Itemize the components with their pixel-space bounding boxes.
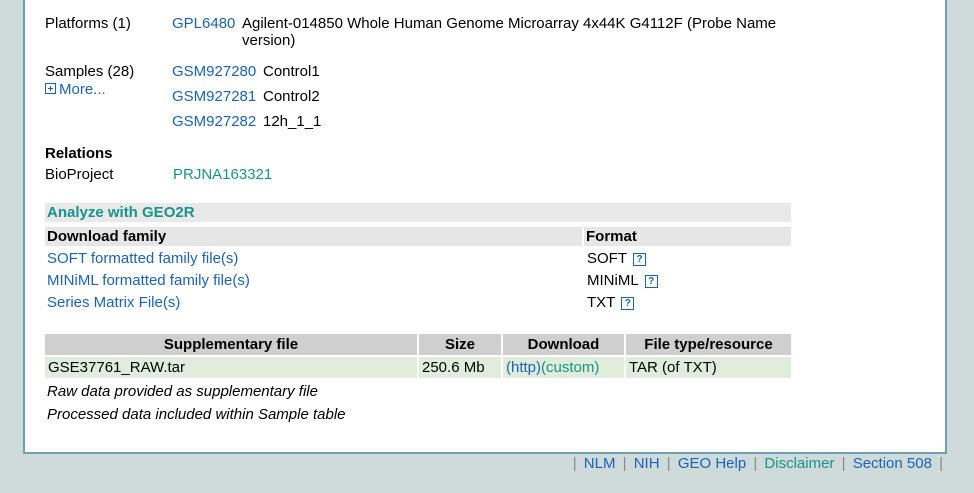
help-icon[interactable]: ?	[633, 253, 646, 266]
expand-plus-icon	[45, 83, 56, 94]
supplementary-download-cell: (http)(custom)	[503, 357, 624, 378]
download-http-link[interactable]: (http)	[506, 359, 541, 376]
footer-nlm-link[interactable]: NLM	[584, 455, 616, 472]
format-txt: TXT?	[587, 294, 635, 311]
platforms-label: Platforms (1)	[45, 15, 131, 32]
format-soft: SOFT?	[587, 250, 646, 267]
size-header: Size	[419, 334, 501, 355]
footer-links: | NLM | NIH | GEO Help | Disclaimer | Se…	[572, 455, 943, 472]
format-miniml-text: MINiML	[587, 272, 639, 289]
format-soft-text: SOFT	[587, 250, 627, 267]
platform-link-gpl6480[interactable]: GPL6480	[172, 15, 235, 32]
samples-label: Samples (28)	[45, 63, 135, 80]
supplementary-file-name: GSE37761_RAW.tar	[45, 357, 417, 378]
help-icon[interactable]: ?	[644, 275, 658, 288]
file-type-header: File type/resource	[626, 334, 791, 355]
processed-data-note: Processed data included within Sample ta…	[47, 406, 346, 423]
format-header: Format	[584, 227, 791, 246]
sample-link-3[interactable]: GSM927282	[172, 113, 256, 130]
footer-geo-help-link[interactable]: GEO Help	[678, 455, 746, 472]
footer-disclaimer-link[interactable]: Disclaimer	[764, 455, 834, 472]
footer-nih-link[interactable]: NIH	[634, 455, 660, 472]
relations-heading: Relations	[45, 145, 113, 162]
platform-description: Agilent-014850 Whole Human Genome Microa…	[242, 15, 777, 32]
sample-name-3: 12h_1_1	[263, 113, 322, 130]
sample-name-2: Control2	[263, 88, 320, 105]
supplementary-file-header: Supplementary file	[45, 334, 417, 355]
soft-family-link[interactable]: SOFT formatted family file(s)	[47, 250, 238, 267]
bioproject-label: BioProject	[45, 166, 114, 183]
supplementary-file-size: 250.6 Mb	[419, 357, 501, 378]
sample-link-2[interactable]: GSM927281	[172, 88, 256, 105]
download-header: Download	[503, 334, 624, 355]
sample-link-1[interactable]: GSM927280	[172, 63, 256, 80]
download-family-header: Download family	[45, 227, 582, 246]
series-matrix-link[interactable]: Series Matrix File(s)	[47, 294, 180, 311]
analyze-geo2r-link[interactable]: Analyze with GEO2R	[45, 203, 791, 222]
bioproject-link[interactable]: PRJNA163321	[173, 166, 272, 183]
help-icon[interactable]: ?	[621, 297, 635, 310]
format-txt-text: TXT	[587, 294, 616, 311]
download-custom-link[interactable]: (custom)	[541, 359, 599, 376]
sample-name-1: Control1	[263, 63, 320, 80]
supplementary-file-type: TAR (of TXT)	[626, 357, 791, 378]
format-miniml: MINiML?	[587, 272, 658, 289]
samples-more-text: More...	[59, 81, 106, 98]
platform-description-cont: version)	[242, 32, 296, 49]
raw-data-note: Raw data provided as supplementary file	[47, 383, 318, 400]
miniml-family-link[interactable]: MINiML formatted family file(s)	[47, 272, 250, 289]
samples-more-link[interactable]: More...	[45, 81, 106, 98]
footer-section-508-link[interactable]: Section 508	[853, 455, 932, 472]
